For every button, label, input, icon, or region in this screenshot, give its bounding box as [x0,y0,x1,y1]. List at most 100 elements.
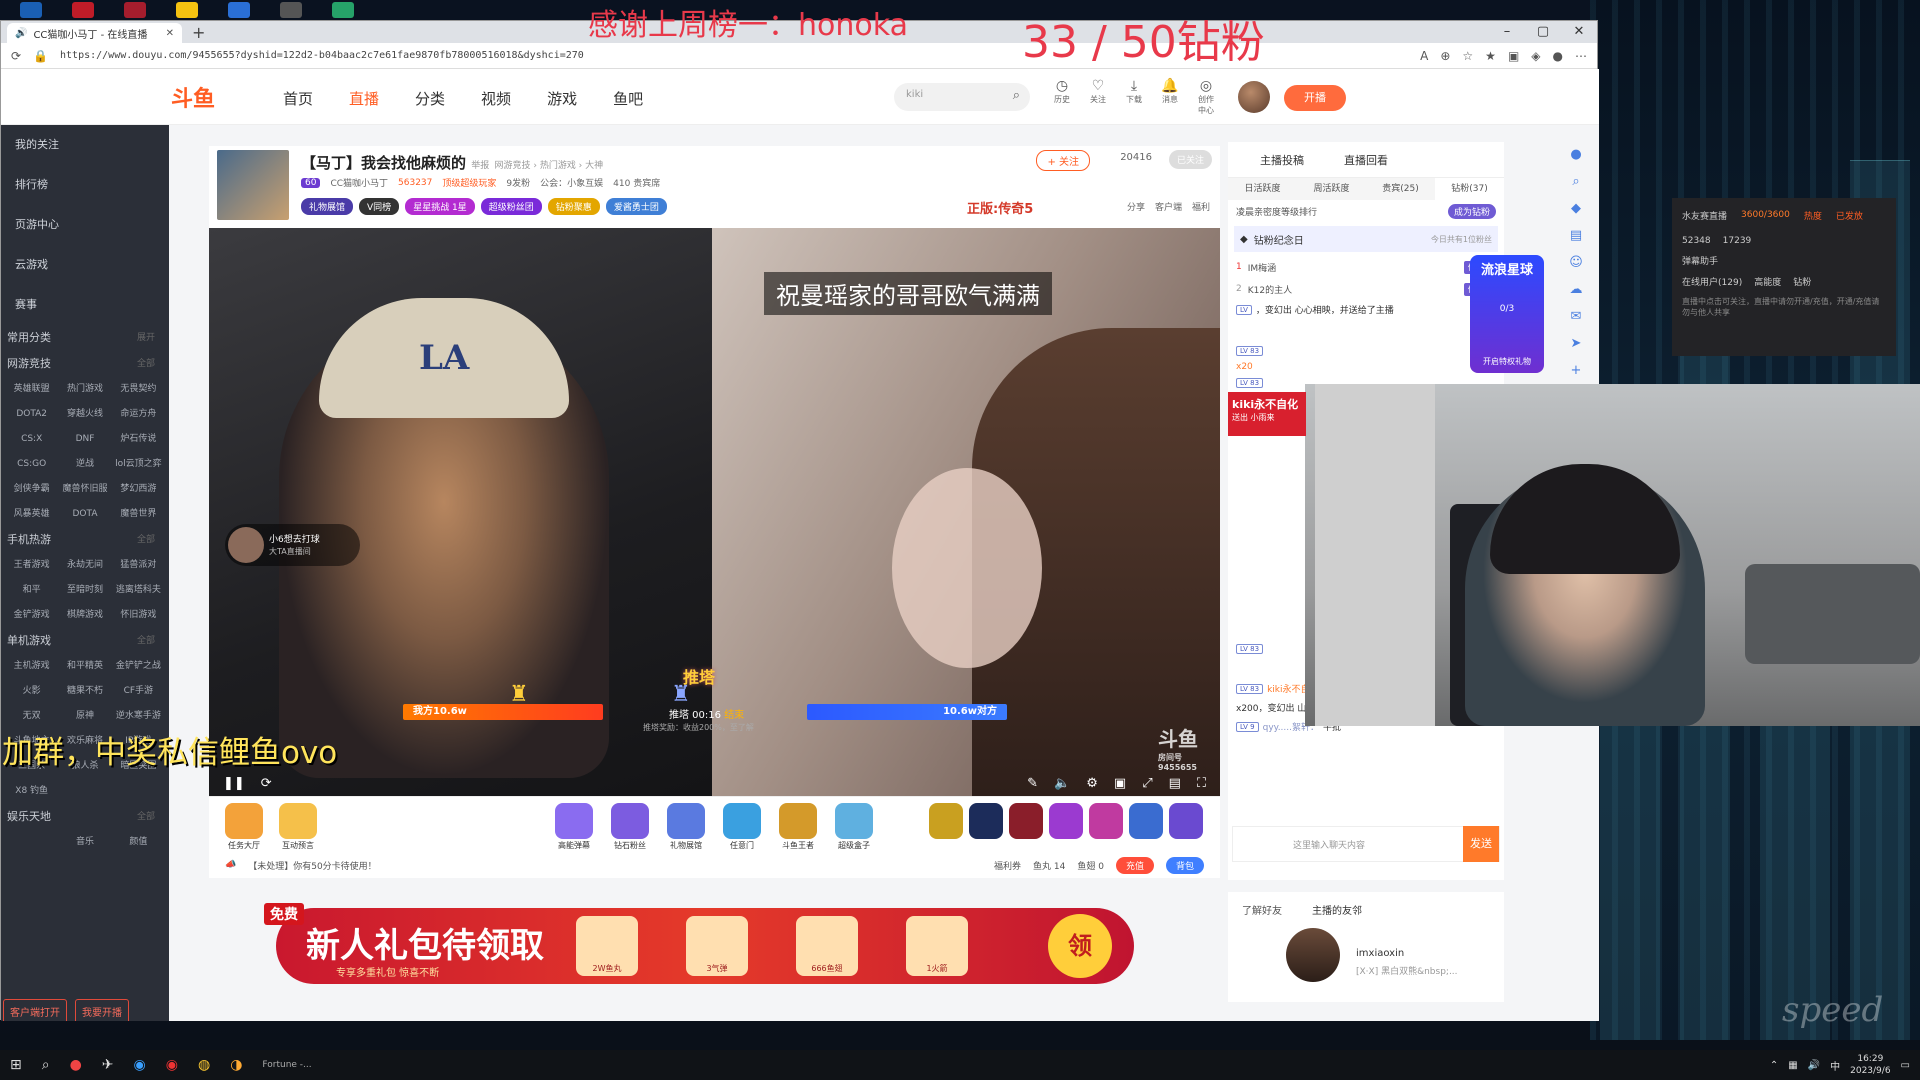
badge-fanclub[interactable]: 超级粉丝团 [480,198,542,215]
vip-seats[interactable]: 410 贵宾席 [613,176,660,189]
sidebar-section[interactable]: 手机热游 全部 [1,527,169,553]
creator-button[interactable]: ◎ 创作中心 [1195,78,1217,116]
nav-yuba[interactable]: 鱼吧 [613,88,643,109]
subtab-vip[interactable]: 贵宾(25) [1366,178,1435,200]
sidebar-game-link[interactable]: 主机游戏 [5,654,58,679]
gift-item[interactable]: 钻石粉丝 [611,803,649,850]
sidebar-game-link[interactable]: DNF [58,427,111,452]
extensions-icon[interactable]: ◈ [1531,49,1540,63]
avatar[interactable] [1286,928,1340,982]
sidebar-game-link[interactable]: lol云顶之弈 [112,452,165,477]
sidebar-item-rank[interactable]: 排行榜 [1,165,169,205]
ime-indicator[interactable]: 中 [1830,1058,1840,1073]
pip-icon[interactable]: ▣ [1114,776,1126,791]
gift-icon[interactable] [969,803,1003,839]
app-icon[interactable] [176,2,198,18]
clock[interactable]: 16:29 2023/9/6 [1850,1053,1890,1077]
nav-live[interactable]: 直播 [349,88,379,109]
sidebar-game-link[interactable]: 梦幻西游 [112,477,165,502]
section-more[interactable]: 展开 [137,325,163,351]
search-icon[interactable]: ⌕ [42,1057,50,1073]
section-more[interactable]: 全部 [137,804,163,830]
close-button[interactable]: ✕ [1561,21,1597,43]
favorite-icon[interactable]: ☆ [1462,49,1473,63]
browser-tab[interactable]: 🔊 CC猫咖小马丁 - 在线直播 ✕ [7,23,182,43]
sidebar-game-link[interactable]: 无双 [5,704,58,729]
refresh-icon[interactable]: ⟳ [261,776,272,791]
gift-item[interactable]: 高能弹幕 [555,803,593,850]
fan-row[interactable]: 2K12的主人修马丁 [1228,278,1504,300]
badge-gift-hall[interactable]: 礼物展馆 [301,198,354,215]
follow-button[interactable]: + 关注 [1036,150,1090,171]
avatar[interactable] [1238,81,1270,113]
sidebar-game-link[interactable] [58,779,111,804]
sidebar-section[interactable]: 单机游戏 全部 [1,628,169,654]
nav-home[interactable]: 首页 [283,88,313,109]
room-category[interactable]: 网游竞技 › 热门游戏 › 大神 [495,161,604,171]
sidebar-game-link[interactable]: 剑侠争霸 [5,477,58,502]
become-fan-button[interactable]: 成为钻粉 [1447,203,1496,219]
notice-text[interactable]: 【未处理】你有50分卡待使用！ [248,859,468,872]
section-more[interactable]: 全部 [137,527,163,553]
sidebar-item-event[interactable]: 赛事 [1,285,169,325]
promo-card[interactable]: 流浪星球 0/3 开启特权礼物 [1470,255,1544,373]
gift-icon[interactable] [1129,803,1163,839]
close-icon[interactable]: ✕ [166,28,174,39]
sidebar-game-link[interactable]: 王者游戏 [5,553,58,578]
fan-row[interactable]: 1IM梅涵修马丁 [1228,256,1504,278]
gift-item[interactable]: 任务大厅 [225,803,263,850]
windows-start-icon[interactable]: ⊞ [10,1057,22,1073]
gift-item[interactable]: 斗鱼王者 [779,803,817,850]
vip-badge[interactable]: 顶级超级玩家 [442,176,496,189]
sidebar-game-link[interactable] [5,830,58,855]
sidebar-game-link[interactable]: CS:X [5,427,58,452]
sidebar-game-link[interactable]: CS:GO [5,452,58,477]
search-icon[interactable]: ⌕ [1013,88,1020,103]
collections-icon[interactable]: ▣ [1508,49,1519,63]
volume-icon[interactable]: 🔈 [1054,776,1070,791]
gift-icon[interactable] [1089,803,1123,839]
sidebar-game-link[interactable] [112,779,165,804]
sidebar-game-link[interactable]: 热门游戏 [58,377,111,402]
sidebar-game-link[interactable]: 和平 [5,578,58,603]
followed-badge[interactable]: 已关注 [1168,150,1212,169]
more-icon[interactable]: ⋯ [1575,49,1587,63]
message-button[interactable]: 🔔 消息 [1159,78,1181,116]
nav-game[interactable]: 游戏 [547,88,577,109]
badge-star-challenge[interactable]: 星星挑战 1星 [405,198,475,215]
sidebar-game-link[interactable]: 音乐 [58,830,111,855]
sidebar-section[interactable]: 常用分类 展开 [1,325,169,351]
gift-icon[interactable] [1169,803,1203,839]
badge-vrank[interactable]: V同榜 [359,198,400,215]
sidebar-game-link[interactable]: 原神 [58,704,111,729]
tab-online[interactable]: 在线用户(129) [1682,275,1742,288]
client-open-button[interactable]: 客户端打开 [3,999,67,1021]
sidebar-game-link[interactable]: 颜值 [112,830,165,855]
neighbors-tab[interactable]: 主播的友邻 [1312,902,1362,917]
nav-video[interactable]: 视频 [481,88,511,109]
favorites-icon[interactable]: ★ [1485,49,1496,63]
subtab-diamond[interactable]: 钻粉(37) [1435,178,1504,200]
cloud-icon[interactable]: ☁ [1570,282,1583,297]
sidebar-game-link[interactable]: 和平精英 [58,654,111,679]
newbie-gift-banner[interactable]: 新人礼包待领取 专享多重礼包 惊喜不断 2W鱼丸 3气弹 666鱼翅 1火箭 领 [276,908,1134,984]
briefcase-icon[interactable]: ▤ [1570,228,1582,243]
share-button[interactable]: 分享 [1127,200,1145,213]
minimize-button[interactable]: – [1489,21,1525,43]
app-icon[interactable] [20,2,42,18]
sidebar-game-link[interactable]: CF手游 [112,679,165,704]
search-input[interactable]: kiki ⌕ [894,83,1030,111]
gift-icon[interactable] [1009,803,1043,839]
sidebar-game-link[interactable]: 穿越火线 [58,402,111,427]
sidebar-game-link[interactable]: DOTA [58,502,111,527]
gift-item[interactable]: 互动预言 [279,803,317,850]
sidebar-game-link[interactable]: 火影 [5,679,58,704]
edit-icon[interactable]: ✎ [1027,776,1038,791]
nav-category[interactable]: 分类 [415,88,445,109]
sidebar-game-link[interactable]: 棋牌游戏 [58,603,111,628]
gift-item[interactable]: 任意门 [723,803,761,850]
lock-icon[interactable]: 🔒 [33,49,48,63]
gift-icon[interactable] [929,803,963,839]
chevron-up-icon[interactable]: ⌃ [1770,1060,1778,1071]
subtab-daily[interactable]: 日活跃度 [1228,178,1297,200]
